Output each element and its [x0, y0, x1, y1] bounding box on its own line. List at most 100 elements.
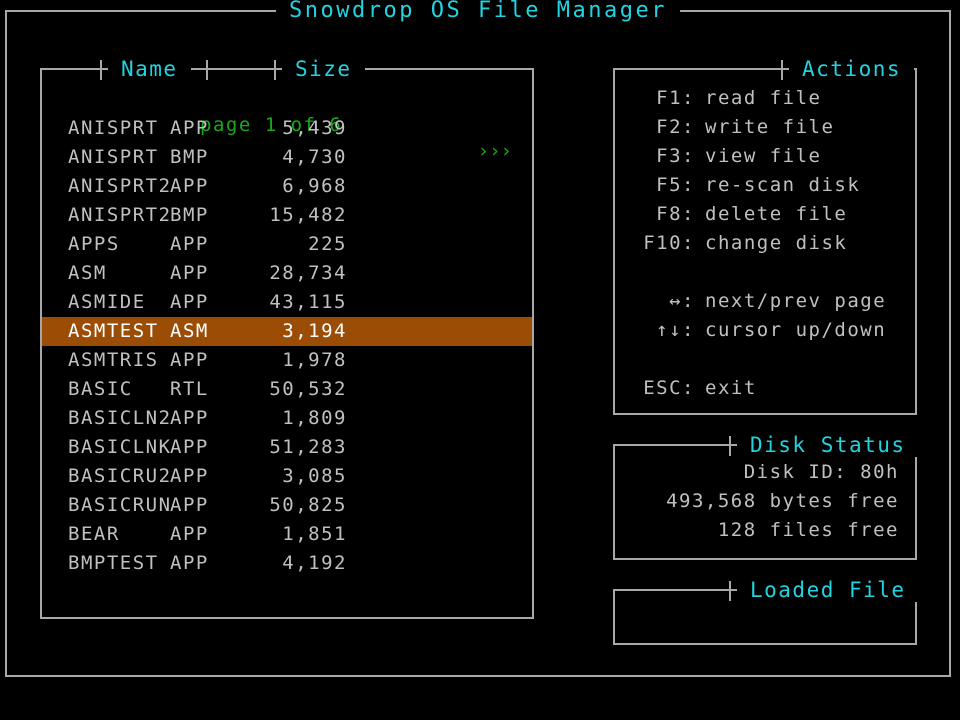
file-name: BEAR: [68, 523, 120, 545]
disk-status-panel: Disk Status Disk ID: 80h 493,568 bytes fr…: [613, 433, 919, 560]
name-header-tick-left: [100, 60, 102, 80]
action-item[interactable]: ↔: next/prev page: [615, 287, 915, 316]
action-description: re-scan disk: [705, 174, 861, 196]
action-item[interactable]: F10: change disk: [615, 229, 915, 258]
file-extension: APP: [170, 117, 209, 139]
file-manager-screen: Snowdrop OS File Manager Name Size page …: [0, 0, 960, 720]
file-name: APPS: [68, 233, 120, 255]
file-extension: RTL: [170, 378, 209, 400]
disk-status-line: 128 files free: [717, 519, 899, 541]
file-name: ANISPRT: [68, 146, 159, 168]
file-size: 1,978: [282, 349, 347, 371]
action-item[interactable]: F2: write file: [615, 113, 915, 142]
file-extension: APP: [170, 407, 209, 429]
disk-status-line: 493,568 bytes free: [666, 490, 899, 512]
file-size: 28,734: [269, 262, 347, 284]
column-header-name[interactable]: Name: [108, 57, 191, 81]
name-header-tick-right: [206, 60, 208, 80]
file-name: ANISPRT: [68, 117, 159, 139]
action-description: read file: [705, 87, 822, 109]
action-key: ↔:: [669, 290, 695, 312]
actions-panel: Actions F1: read file F2: write file F3: view…: [613, 57, 917, 415]
action-key: F2:: [656, 116, 695, 138]
file-name: BASIC: [68, 378, 133, 400]
file-size: 50,825: [269, 494, 347, 516]
file-row[interactable]: ANISPRT2 APP 6,968: [42, 172, 532, 201]
file-row-selected[interactable]: ASMTEST ASM 3,194: [42, 317, 532, 346]
file-row[interactable]: ASMTRIS APP 1,978: [42, 346, 532, 375]
file-row[interactable]: BASICLNK APP 51,283: [42, 433, 532, 462]
size-header-tick-left: [274, 60, 276, 80]
action-item[interactable]: ESC: exit: [615, 374, 915, 403]
action-item[interactable]: F8: delete file: [615, 200, 915, 229]
file-name: ANISPRT2: [68, 204, 172, 226]
actions-spacer: [615, 345, 915, 374]
file-name: ASMIDE: [68, 291, 146, 313]
file-row-list: ANISPRT APP 5,439 ANISPRT BMP 4,730 ANISPRT2 AP…: [42, 114, 532, 578]
action-key: F5:: [656, 174, 695, 196]
file-row[interactable]: APPS APP 225: [42, 230, 532, 259]
action-description: delete file: [705, 203, 848, 225]
action-key: ↑↓:: [656, 319, 695, 341]
page-indicator-row: page 1 of 6 ›››: [42, 86, 532, 162]
file-size: 51,283: [269, 436, 347, 458]
disk-title-tick-left: [729, 436, 731, 456]
action-key: ESC:: [643, 377, 695, 399]
file-list-panel: Name Size page 1 of 6 ››› ANISPRT APP 5,43…: [40, 57, 534, 619]
file-size: 4,730: [282, 146, 347, 168]
actions-title-tick-left: [781, 60, 783, 80]
file-row[interactable]: BASICLN2 APP 1,809: [42, 404, 532, 433]
action-description: exit: [705, 377, 757, 399]
file-row[interactable]: ASM APP 28,734: [42, 259, 532, 288]
file-size: 6,968: [282, 175, 347, 197]
loaded-title-tick-left: [729, 581, 731, 601]
file-size: 225: [308, 233, 347, 255]
file-size: 3,085: [282, 465, 347, 487]
file-name: BASICRUN: [68, 494, 172, 516]
file-name: ASMTEST: [68, 320, 159, 342]
file-extension: APP: [170, 552, 209, 574]
column-header-size[interactable]: Size: [282, 57, 365, 81]
file-row[interactable]: BASICRUN APP 50,825: [42, 491, 532, 520]
action-description: cursor up/down: [705, 319, 887, 341]
file-extension: APP: [170, 291, 209, 313]
actions-list: F1: read file F2: write file F3: view file F5:…: [615, 84, 915, 403]
file-size: 15,482: [269, 204, 347, 226]
action-key: F8:: [656, 203, 695, 225]
file-name: ANISPRT2: [68, 175, 172, 197]
action-item[interactable]: ↑↓: cursor up/down: [615, 316, 915, 345]
window-title: Snowdrop OS File Manager: [276, 0, 680, 23]
file-size: 3,194: [282, 320, 347, 342]
action-description: change disk: [705, 232, 848, 254]
action-item[interactable]: F5: re-scan disk: [615, 171, 915, 200]
file-extension: ASM: [170, 320, 209, 342]
action-description: next/prev page: [705, 290, 887, 312]
file-extension: BMP: [170, 204, 209, 226]
file-name: ASMTRIS: [68, 349, 159, 371]
action-item[interactable]: F1: read file: [615, 84, 915, 113]
action-description: view file: [705, 145, 822, 167]
file-row[interactable]: ANISPRT APP 5,439: [42, 114, 532, 143]
file-size: 5,439: [282, 117, 347, 139]
file-extension: APP: [170, 465, 209, 487]
file-extension: APP: [170, 436, 209, 458]
action-key: F1:: [656, 87, 695, 109]
file-row[interactable]: ANISPRT BMP 4,730: [42, 143, 532, 172]
file-name: ASM: [68, 262, 107, 284]
file-row[interactable]: ASMIDE APP 43,115: [42, 288, 532, 317]
file-row[interactable]: BEAR APP 1,851: [42, 520, 532, 549]
file-extension: APP: [170, 175, 209, 197]
file-row[interactable]: BMPTEST APP 4,192: [42, 549, 532, 578]
file-extension: BMP: [170, 146, 209, 168]
action-item[interactable]: F3: view file: [615, 142, 915, 171]
file-extension: APP: [170, 523, 209, 545]
file-row[interactable]: ANISPRT2 BMP 15,482: [42, 201, 532, 230]
actions-spacer: [615, 258, 915, 287]
file-extension: APP: [170, 262, 209, 284]
file-row[interactable]: BASIC RTL 50,532: [42, 375, 532, 404]
file-row[interactable]: BASICRU2 APP 3,085: [42, 462, 532, 491]
file-name: BMPTEST: [68, 552, 159, 574]
file-size: 1,851: [282, 523, 347, 545]
file-size: 1,809: [282, 407, 347, 429]
disk-status-title: Disk Status: [737, 433, 919, 457]
